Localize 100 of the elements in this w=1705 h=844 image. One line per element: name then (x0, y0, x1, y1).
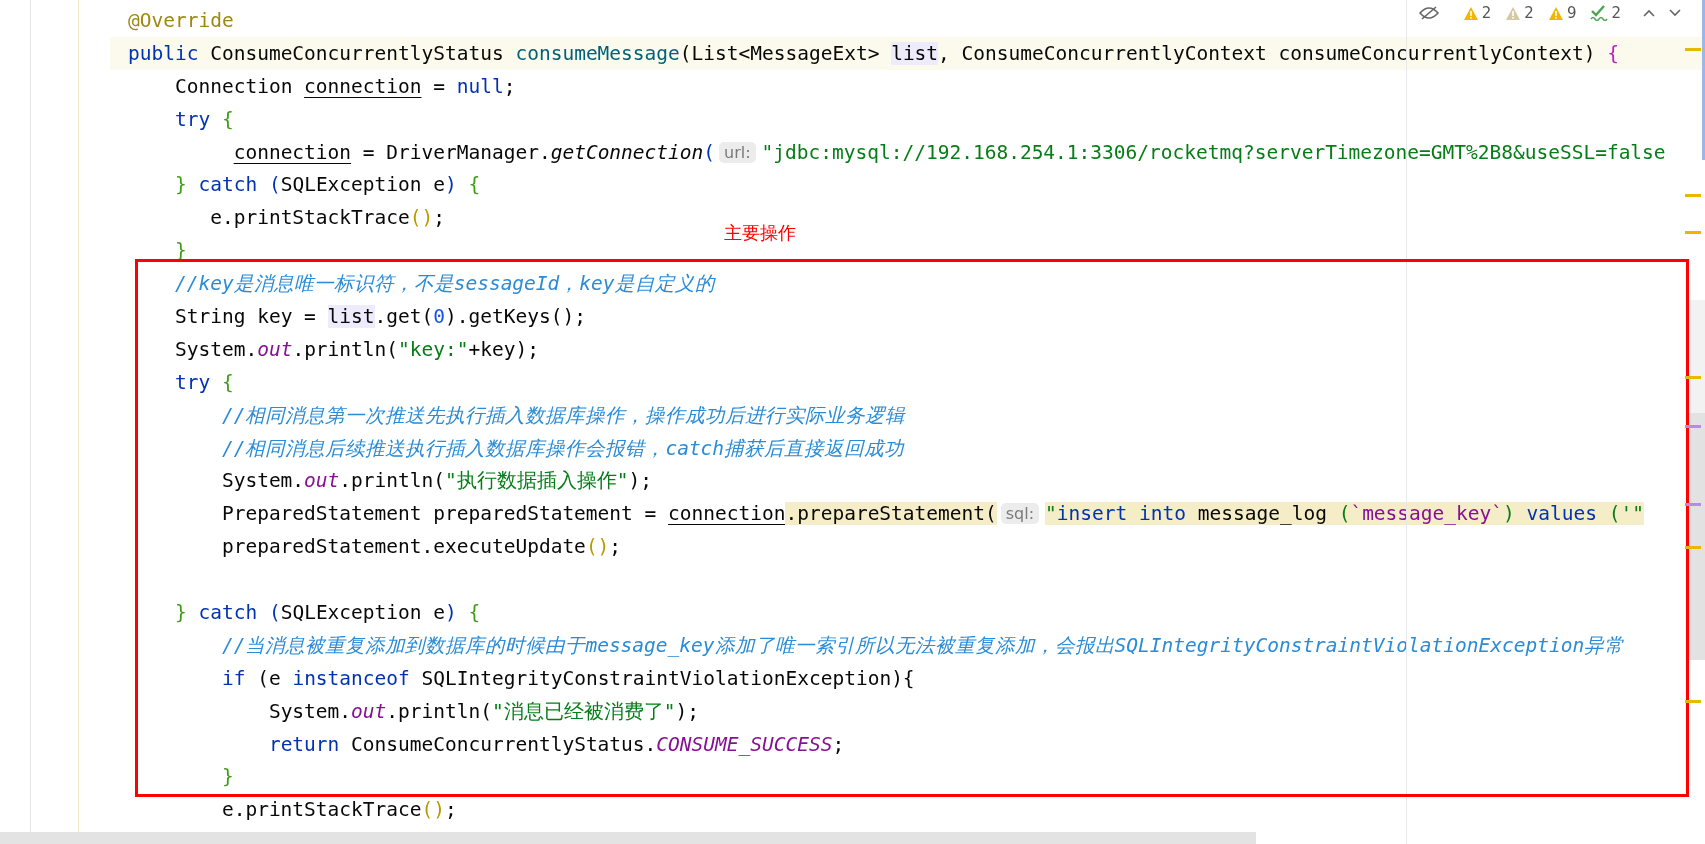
code-comment: //key是消息唯一标识符，不是sessageId，key是自定义的 (174, 271, 715, 298)
chevron-up-icon[interactable] (1643, 9, 1655, 17)
code-text: { (468, 173, 481, 197)
code-text: Connection (174, 74, 294, 98)
code-text: ; (433, 206, 445, 230)
code-text: " (1045, 502, 1057, 526)
code-text: ('" (1608, 502, 1644, 526)
code-text: PreparedStatement preparedStatement = (221, 502, 658, 526)
warning-icon (1462, 5, 1479, 21)
code-text: message_log (1197, 502, 1339, 526)
code-text: ).getKeys(); (445, 304, 586, 328)
code-text: , ConsumeConcurrentlyContext consumeConcurrentlyContext) (938, 41, 1597, 65)
code-text: catch (198, 600, 259, 624)
code-text: if (221, 666, 247, 690)
code-text: connection (304, 74, 422, 98)
code-text: ConsumeConcurrentlyStatus. (351, 732, 657, 756)
code-text: out (351, 699, 387, 723)
code-text: .println( (292, 337, 399, 361)
code-comment: //相同消息后续推送执行插入数据库操作会报错，catch捕获后直接返回成功 (221, 435, 905, 462)
code-text: consumeMessage (515, 41, 680, 65)
eye-crossed-icon[interactable] (1418, 6, 1439, 20)
code-text: "执行数据插入操作" (445, 468, 629, 495)
code-text: 0 (433, 304, 445, 328)
code-text: = DriverManager. (362, 140, 551, 164)
code-text: return (268, 732, 341, 756)
code-text: public (128, 41, 200, 65)
code-text: insert into (1056, 502, 1198, 526)
code-text: catch (198, 173, 259, 197)
code-text: e.printStackTrace (221, 798, 422, 822)
code-text: { (468, 600, 481, 624)
code-text: connection (233, 140, 352, 164)
chevron-down-icon[interactable] (1669, 9, 1681, 17)
code-text: ) (1503, 502, 1527, 526)
inspection-counter[interactable]: 2 (1462, 4, 1492, 22)
code-text: .get( (374, 304, 434, 328)
code-text: ); (675, 699, 699, 723)
code-text: .prepareStatement( (785, 502, 997, 526)
code-text: } (221, 765, 234, 789)
code-text: ) (445, 600, 458, 624)
warning-icon (1505, 5, 1522, 21)
code-text: connection (668, 502, 786, 526)
warning-icon (1547, 5, 1564, 21)
code-text: values (1526, 502, 1609, 526)
code-text: } (174, 173, 188, 197)
code-text: ; (609, 535, 622, 559)
code-text: ( (268, 600, 281, 624)
code-text: = (433, 74, 446, 98)
code-text: ConsumeConcurrentlyStatus (210, 41, 505, 65)
code-text: () (585, 535, 610, 559)
code-text: ( (703, 140, 716, 164)
code-text: SQLException e (280, 173, 446, 197)
code-text: System. (268, 699, 352, 723)
code-text: try (174, 370, 212, 394)
parameter-hint: sql: (1000, 503, 1040, 525)
code-text: list (891, 41, 939, 65)
code-text: list (327, 304, 375, 328)
code-text: ; (445, 798, 457, 822)
code-comment: //相同消息第一次推送先执行插入数据库操作，操作成功后进行实际业务逻辑 (221, 402, 906, 429)
code-text: () (421, 798, 445, 822)
code-text: { (1607, 41, 1620, 65)
inspection-counter[interactable]: 2 (1590, 4, 1621, 22)
code-text: () (409, 206, 434, 230)
code-text: .println( (339, 469, 445, 493)
annotation-label: 主要操作 (724, 221, 796, 245)
code-text: try (174, 107, 212, 131)
code-text: SQLException e (280, 600, 446, 624)
code-text: getConnection (550, 140, 704, 164)
code-text: ; (832, 732, 845, 756)
code-text: { (221, 370, 234, 394)
code-text: (e (257, 666, 282, 690)
code-text: "key:" (398, 337, 469, 361)
check-icon (1590, 5, 1609, 21)
inspection-counter[interactable]: 2 (1505, 4, 1534, 22)
code-text: instanceof (292, 666, 411, 690)
code-text: (List<MessageExt> (679, 41, 881, 65)
code-text: { (221, 107, 234, 131)
code-text: +key); (468, 337, 539, 361)
code-text: out (304, 469, 340, 493)
code-text: ) (445, 173, 458, 197)
code-text: e.printStackTrace (210, 206, 410, 230)
code-text: preparedStatement.executeUpdate (221, 535, 586, 559)
code-text: String key = (174, 304, 317, 328)
code-comment: //当消息被重复添加到数据库的时候由于message_key添加了唯一索引所以无法被重复添加，会报出SQLIntegrityConstraintViolationException异常 (221, 632, 1625, 659)
code-text: ; (503, 74, 516, 98)
inspection-counter[interactable]: 9 (1547, 4, 1577, 22)
code-text: System. (174, 337, 258, 361)
code-text: .println( (386, 699, 492, 723)
code-text: ( (268, 173, 281, 197)
code-text: "jdbc:mysql://192.168.254.1:3306/rocketmq?serverTimezone=GMT%2B8&useSSL=false (761, 140, 1666, 164)
code-text: null (456, 74, 504, 98)
code-text: SQLIntegrityConstraintViolationException){ (421, 666, 915, 690)
code-text: `message_key` (1350, 502, 1503, 526)
parameter-hint: url: (719, 141, 756, 163)
horizontal-scrollbar[interactable] (0, 832, 1256, 844)
code-text: CONSUME_SUCCESS (656, 732, 833, 756)
code-text: out (257, 337, 293, 361)
code-text: ); (628, 469, 652, 493)
code-text: @Override (128, 8, 234, 32)
code-text: System. (221, 469, 305, 493)
code-text: "消息已经被消费了" (492, 698, 676, 725)
